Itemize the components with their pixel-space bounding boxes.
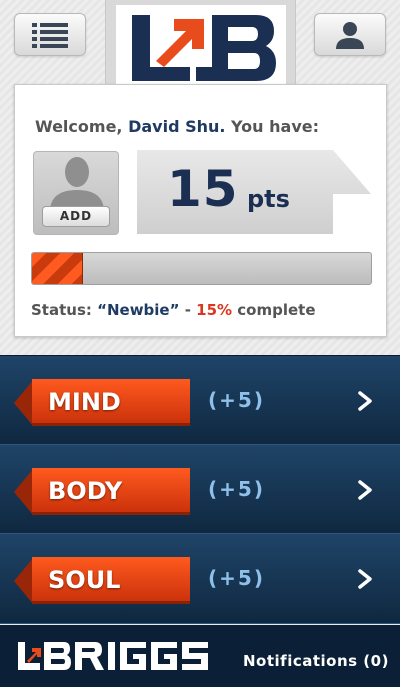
- add-photo-button[interactable]: ADD: [42, 206, 110, 227]
- user-name: David Shu.: [128, 117, 226, 136]
- category-bonus: (+5): [208, 476, 265, 501]
- category-bonus: (+5): [208, 566, 265, 590]
- status-label: Status:: [31, 301, 92, 319]
- welcome-text: Welcome, David Shu. You have:: [35, 117, 375, 136]
- points-display: 15 pts: [137, 150, 373, 235]
- list-icon: [32, 22, 68, 48]
- lbriggs-brand-logo: [18, 642, 208, 670]
- welcome-prefix: Welcome,: [35, 117, 123, 136]
- progress-fill: [32, 253, 83, 284]
- user-icon: [336, 21, 364, 49]
- lb-logo: [132, 15, 276, 81]
- category-ribbon: BODY: [14, 466, 192, 516]
- status-suffix: complete: [232, 301, 316, 319]
- category-row-mind[interactable]: MIND (+5): [0, 355, 400, 445]
- status-level: “Newbie”: [97, 301, 180, 319]
- chevron-right-icon: [358, 391, 372, 411]
- category-row-body[interactable]: BODY (+5): [0, 444, 400, 534]
- category-label: MIND: [48, 388, 121, 416]
- status-text: Status: “Newbie” - 15% complete: [31, 301, 376, 319]
- category-list: MIND (+5) BODY (+5) SOUL (+5): [0, 355, 400, 625]
- status-percent: 15%: [196, 301, 233, 319]
- chevron-right-icon: [358, 479, 372, 500]
- footer-bar: Notifications (0): [0, 625, 400, 687]
- status-separator: -: [179, 301, 197, 319]
- profile-button[interactable]: [314, 13, 386, 56]
- avatar[interactable]: ADD: [33, 151, 119, 235]
- progress-bar: [31, 252, 372, 285]
- points-unit: pts: [247, 185, 290, 213]
- chevron-right-icon: [358, 569, 372, 589]
- points-value: 15: [167, 160, 239, 218]
- category-label: BODY: [48, 476, 123, 505]
- category-label: SOUL: [48, 566, 121, 594]
- header-area: Welcome, David Shu. You have: ADD 15 pts…: [0, 0, 400, 355]
- menu-button[interactable]: [14, 13, 86, 56]
- person-silhouette-icon: [50, 157, 104, 212]
- welcome-suffix: You have:: [225, 117, 319, 136]
- points-card: Welcome, David Shu. You have: ADD 15 pts…: [14, 84, 387, 337]
- notifications-link[interactable]: Notifications (0): [243, 625, 389, 687]
- category-row-soul[interactable]: SOUL (+5): [0, 534, 400, 624]
- category-bonus: (+5): [208, 388, 265, 412]
- category-ribbon: MIND: [14, 377, 192, 427]
- category-ribbon: SOUL: [14, 555, 192, 605]
